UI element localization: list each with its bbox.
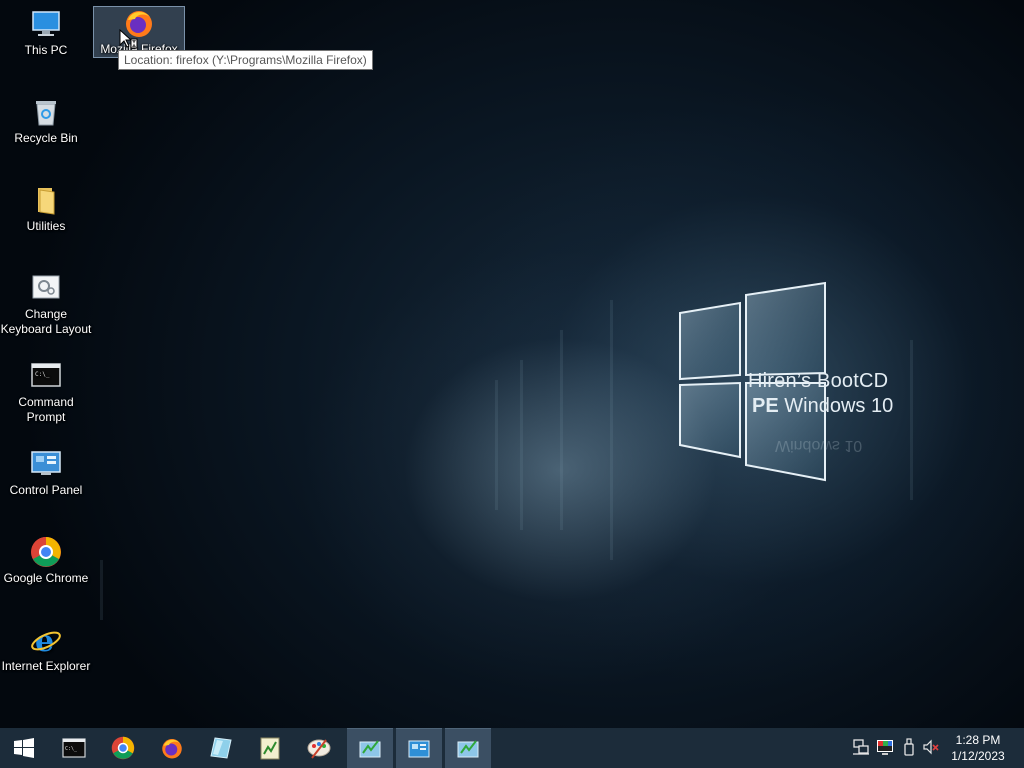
clock-time: 1:28 PM [955, 733, 1001, 747]
mouse-cursor-icon [119, 29, 138, 49]
firefox-icon [162, 739, 182, 759]
desktop-icon-label: Internet Explorer [1, 659, 91, 673]
desktop-icon-internet-explorer[interactable]: e Internet Explorer [0, 624, 92, 674]
taskbar-glass-app[interactable] [198, 728, 244, 768]
chrome-icon [111, 736, 135, 760]
control-panel-icon [31, 451, 61, 475]
taskbar-running-window-3[interactable] [445, 728, 491, 768]
command-prompt-icon: C:\_ [62, 738, 86, 758]
volume-muted-icon[interactable] [922, 738, 940, 756]
desktop-icon-command-prompt[interactable]: C:\_ Command Prompt [0, 360, 92, 425]
svg-text:C:\_: C:\_ [65, 746, 78, 752]
network-icon[interactable] [852, 738, 870, 756]
desktop-icon-label: Recycle Bin [14, 131, 78, 145]
command-prompt-icon: C:\_ [31, 363, 61, 387]
chrome-icon [31, 537, 61, 567]
icon-tooltip: Location: firefox (Y:\Programs\Mozilla F… [118, 50, 373, 70]
desktop-icon-this-pc[interactable]: This PC [0, 8, 92, 58]
running-window-icon [457, 739, 479, 757]
glass-app-icon [210, 737, 232, 759]
desktop-icon-label: Command Prompt [18, 395, 74, 424]
computer-icon [32, 11, 60, 36]
folder-icon [38, 188, 55, 215]
usb-drive-icon[interactable] [900, 738, 918, 756]
start-button[interactable] [1, 728, 47, 768]
wallpaper-title: Hiren’s BootCD [748, 370, 889, 392]
desktop-icon-label: Control Panel [9, 483, 83, 497]
wallpaper-reflection: Windows 10 [775, 437, 863, 454]
taskbar: C:\_ 1:28 PM 1/12/2023 [0, 728, 1024, 768]
running-window-icon [408, 740, 430, 757]
desktop-wallpaper: Hiren’s BootCD PE Windows 10 Windows 10 [0, 0, 1024, 728]
wallpaper-subtitle: PE Windows 10 [752, 395, 894, 417]
taskbar-firefox[interactable] [149, 728, 195, 768]
desktop-icon-label: Utilities [26, 219, 66, 233]
taskbar-chrome[interactable] [100, 728, 146, 768]
taskbar-running-window-2[interactable] [396, 728, 442, 768]
taskbar-running-window-1[interactable] [347, 728, 393, 768]
clock-date: 1/12/2023 [951, 749, 1005, 763]
desktop-icon-label: Google Chrome [3, 571, 89, 585]
svg-text:C:\_: C:\_ [35, 371, 50, 378]
taskbar-notepad-chart[interactable] [247, 728, 293, 768]
desktop-icon-google-chrome[interactable]: Google Chrome [0, 536, 92, 586]
display-icon[interactable] [876, 738, 894, 756]
desktop-icon-label: This PC [24, 43, 68, 57]
recycle-bin-icon [36, 101, 56, 126]
taskbar-paint-app[interactable] [296, 728, 342, 768]
desktop-icon-utilities[interactable]: Utilities [0, 184, 92, 234]
internet-explorer-icon: e [31, 624, 61, 656]
desktop-icon-label: Change Keyboard Layout [0, 307, 92, 336]
desktop-icon-control-panel[interactable]: Control Panel [0, 448, 92, 498]
system-tray: 1:28 PM 1/12/2023 [844, 728, 1024, 768]
running-window-icon [359, 739, 381, 757]
paint-app-icon [307, 739, 331, 759]
taskbar-clock[interactable]: 1:28 PM 1/12/2023 [946, 732, 1010, 764]
keyboard-settings-icon [32, 275, 60, 299]
taskbar-command-prompt[interactable]: C:\_ [51, 728, 97, 768]
notepad-chart-icon [260, 737, 280, 760]
desktop-icon-change-keyboard-layout[interactable]: Change Keyboard Layout [0, 272, 92, 337]
start-windows-icon [14, 738, 34, 758]
desktop-icon-recycle-bin[interactable]: Recycle Bin [0, 96, 92, 146]
